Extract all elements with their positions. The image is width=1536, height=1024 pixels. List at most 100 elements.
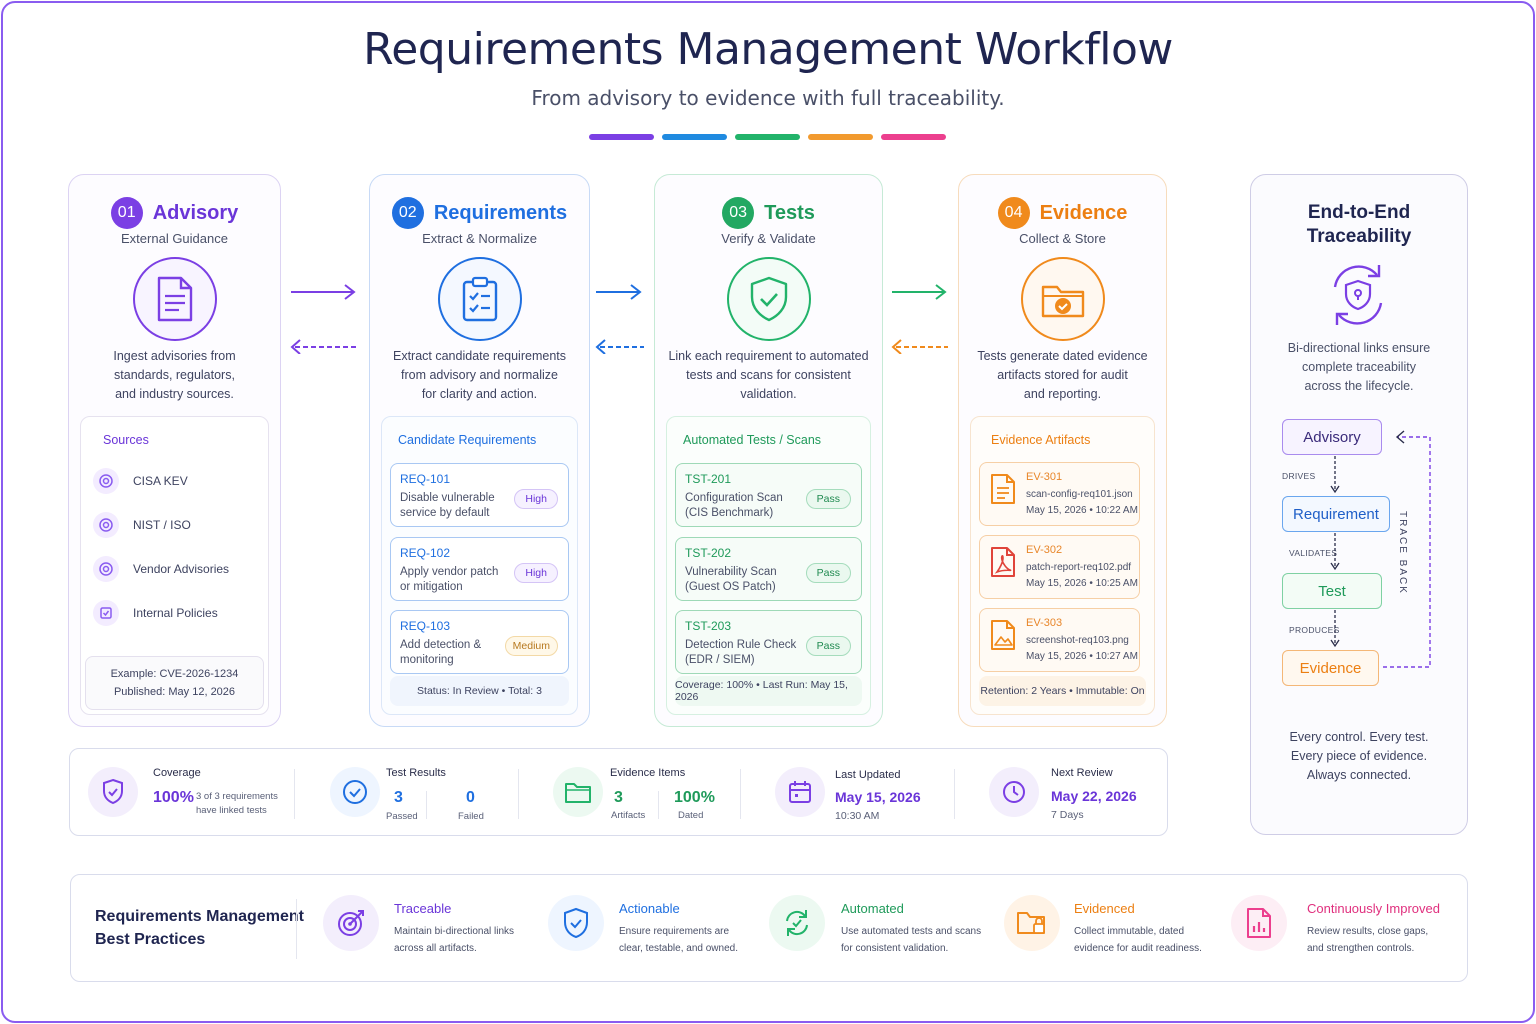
stage-title: Evidence bbox=[1039, 201, 1128, 224]
next-review-days: 7 Days bbox=[1051, 809, 1084, 821]
pdf-file-icon bbox=[990, 546, 1016, 583]
color-bar-blue bbox=[662, 134, 727, 140]
color-bar-pink bbox=[881, 134, 946, 140]
evidence-card[interactable]: EV-302 patch-report-req102.pdf May 15, 2… bbox=[979, 535, 1140, 599]
requirement-desc: or mitigation bbox=[400, 581, 463, 593]
source-item[interactable]: CISA KEV bbox=[93, 468, 188, 494]
divider bbox=[294, 769, 295, 819]
practice-title: Continuously Improved bbox=[1307, 901, 1440, 916]
priority-badge: High bbox=[514, 489, 558, 509]
tests-passed-value: 3 bbox=[394, 789, 403, 806]
json-file-icon bbox=[990, 473, 1016, 510]
test-card[interactable]: TST-202 Vulnerability Scan (Guest OS Patc… bbox=[675, 537, 862, 601]
stage-description: Ingest advisories from standards, regula… bbox=[79, 347, 270, 404]
stage-number: 03 bbox=[722, 197, 755, 229]
stage-description: Extract candidate requirements from advi… bbox=[380, 347, 579, 404]
folder-icon bbox=[553, 767, 603, 817]
test-card[interactable]: TST-203 Detection Rule Check (EDR / SIEM)… bbox=[675, 610, 862, 674]
desc-line: clear, testable, and owned. bbox=[619, 943, 738, 954]
test-card[interactable]: TST-201 Configuration Scan (CIS Benchmark… bbox=[675, 463, 862, 527]
sources-panel: Sources CISA KEV NIST / ISO Vendor Advis… bbox=[80, 416, 269, 715]
evidence-code: EV-301 bbox=[1026, 471, 1063, 483]
dated-value: 100% bbox=[674, 789, 715, 806]
example-box: Example: CVE-2026-1234 Published: May 12… bbox=[85, 656, 264, 710]
stage-subtitle: Collect & Store bbox=[1019, 231, 1106, 246]
check-circle-icon bbox=[330, 767, 380, 817]
description-line: Link each requirement to automated bbox=[668, 349, 869, 363]
test-desc: (Guest OS Patch) bbox=[685, 581, 776, 593]
desc-line: Maintain bi-directional links bbox=[394, 926, 515, 937]
test-desc: Detection Rule Check bbox=[685, 639, 797, 651]
source-item[interactable]: Internal Policies bbox=[93, 600, 218, 626]
requirement-desc: Apply vendor patch bbox=[400, 566, 499, 578]
description-line: standards, regulators, bbox=[114, 368, 235, 382]
practice-desc: Ensure requirements are clear, testable, … bbox=[619, 923, 738, 957]
tests-failed-value: 0 bbox=[466, 789, 475, 806]
source-item[interactable]: Vendor Advisories bbox=[93, 556, 229, 582]
checklist-icon bbox=[93, 600, 119, 626]
last-updated-time: 10:30 AM bbox=[835, 810, 880, 822]
test-results-label: Test Results bbox=[386, 767, 446, 779]
desc-line: evidence for audit readiness. bbox=[1074, 943, 1202, 954]
evidence-card[interactable]: EV-303 screenshot-req103.png May 15, 202… bbox=[979, 608, 1140, 672]
color-bar-green bbox=[735, 134, 800, 140]
panel-footer: Coverage: 100% • Last Run: May 15, 2026 bbox=[675, 676, 862, 706]
requirements-panel: Candidate Requirements REQ-101 Disable v… bbox=[381, 416, 578, 715]
evidence-filename: screenshot-req103.png bbox=[1026, 635, 1129, 646]
footer-line: Every control. Every test. bbox=[1289, 730, 1429, 744]
priority-badge: High bbox=[514, 563, 558, 583]
artifacts-label: Artifacts bbox=[611, 810, 646, 821]
evidence-panel: Evidence Artifacts EV-301 scan-config-re… bbox=[970, 416, 1155, 715]
practice-title: Automated bbox=[841, 901, 904, 916]
stage-tests: 03 Tests Verify & Validate Link each req… bbox=[654, 174, 883, 727]
source-label: Vendor Advisories bbox=[133, 562, 230, 576]
divider bbox=[518, 769, 519, 819]
document-icon bbox=[132, 257, 217, 341]
test-code: TST-201 bbox=[685, 472, 732, 486]
stage-subtitle: Verify & Validate bbox=[721, 231, 816, 246]
requirement-desc: Disable vulnerable bbox=[400, 492, 495, 504]
description-line: for clarity and action. bbox=[421, 387, 538, 401]
desc-line: and strengthen controls. bbox=[1307, 943, 1415, 954]
note-line: have linked tests bbox=[196, 805, 267, 816]
report-chart-icon bbox=[1231, 895, 1287, 951]
stage-title: Requirements bbox=[433, 201, 568, 224]
requirement-desc: Add detection & bbox=[400, 639, 482, 651]
divider bbox=[426, 791, 427, 819]
artifacts-value: 3 bbox=[614, 789, 623, 806]
best-practices-title: Requirements Management Best Practices bbox=[95, 905, 304, 951]
practice-desc: Maintain bi-directional links across all … bbox=[394, 923, 514, 957]
practice-title: Evidenced bbox=[1074, 901, 1135, 916]
test-desc: Configuration Scan bbox=[685, 492, 783, 504]
desc-line: for consistent validation. bbox=[841, 943, 949, 954]
flow-arrows-1 bbox=[290, 284, 357, 354]
test-code: TST-203 bbox=[685, 619, 732, 633]
source-item[interactable]: NIST / ISO bbox=[93, 512, 191, 538]
stage-subtitle: External Guidance bbox=[121, 231, 228, 246]
priority-badge: Medium bbox=[504, 636, 558, 656]
requirement-card[interactable]: REQ-103 Add detection & monitoring Medium bbox=[390, 610, 569, 674]
stage-evidence: 04 Evidence Collect & Store Tests genera… bbox=[958, 174, 1167, 727]
evidence-items-label: Evidence Items bbox=[610, 767, 686, 779]
source-label: NIST / ISO bbox=[133, 518, 191, 532]
source-label: Internal Policies bbox=[133, 606, 218, 620]
description-line: artifacts stored for audit bbox=[997, 368, 1128, 382]
desc-line: Ensure requirements are bbox=[619, 926, 730, 937]
next-review-label: Next Review bbox=[1051, 767, 1113, 779]
requirement-desc: monitoring bbox=[400, 654, 454, 666]
next-review-date: May 22, 2026 bbox=[1051, 788, 1137, 804]
evidence-code: EV-302 bbox=[1026, 544, 1063, 556]
flow-arrows-2 bbox=[595, 284, 644, 354]
page-subtitle: From advisory to evidence with full trac… bbox=[531, 86, 1005, 110]
requirement-card[interactable]: REQ-102 Apply vendor patch or mitigation … bbox=[390, 537, 569, 601]
test-desc: (EDR / SIEM) bbox=[685, 654, 755, 666]
requirement-card[interactable]: REQ-101 Disable vulnerable service by def… bbox=[390, 463, 569, 527]
evidence-card[interactable]: EV-301 scan-config-req101.json May 15, 2… bbox=[979, 462, 1140, 526]
tests-passed-label: Passed bbox=[386, 811, 418, 822]
target-icon bbox=[93, 512, 119, 538]
tests-panel: Automated Tests / Scans TST-201 Configur… bbox=[666, 416, 871, 715]
panel-footer: Status: In Review • Total: 3 bbox=[390, 676, 569, 706]
note-line: 3 of 3 requirements bbox=[196, 791, 278, 802]
stage-number: 02 bbox=[391, 197, 424, 229]
evidence-filename: scan-config-req101.json bbox=[1026, 489, 1133, 500]
